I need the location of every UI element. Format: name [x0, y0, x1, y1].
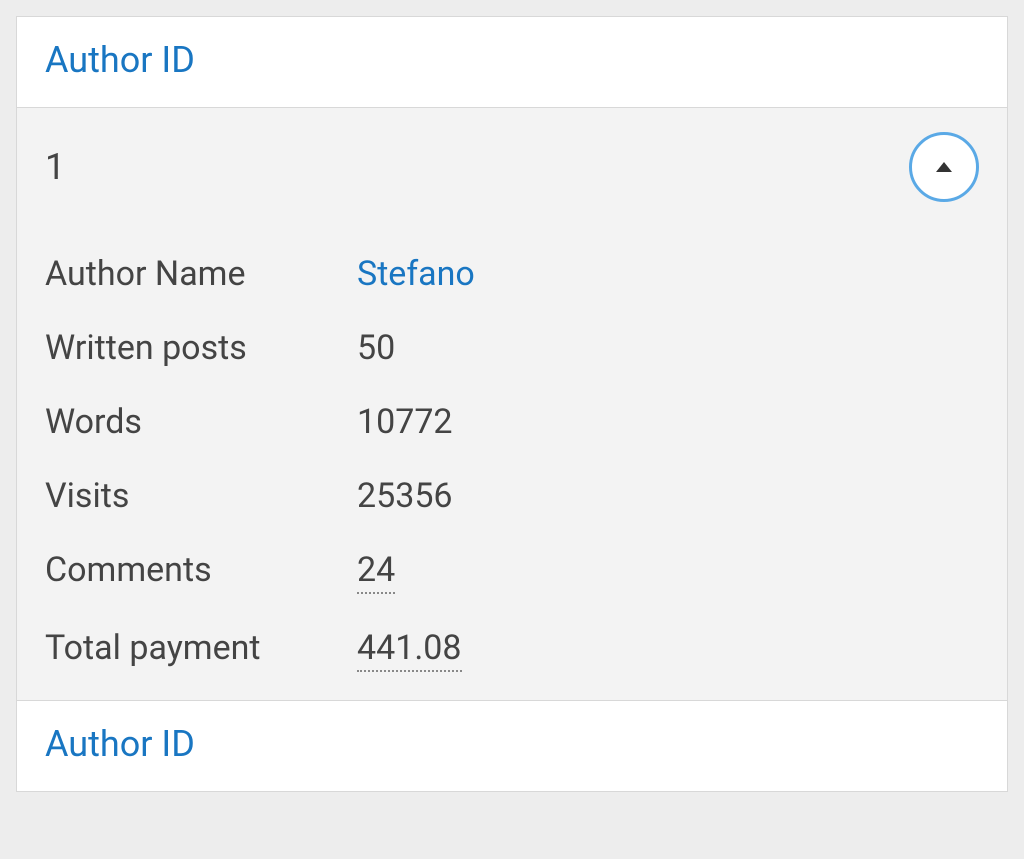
comments-label: Comments [45, 550, 357, 590]
detail-rows: Author Name Stefano Written posts 50 Wor… [45, 254, 979, 672]
visits-label: Visits [45, 476, 357, 516]
detail-row-name: Author Name Stefano [45, 254, 979, 294]
author-name-label: Author Name [45, 254, 357, 294]
written-posts-value: 50 [357, 328, 395, 368]
header-title: Author ID [45, 39, 979, 81]
card-body: 1 Author Name Stefano Written posts 50 W… [17, 107, 1007, 701]
detail-row-words: Words 10772 [45, 402, 979, 442]
payment-value[interactable]: 441.08 [357, 628, 462, 672]
words-label: Words [45, 402, 357, 442]
written-posts-label: Written posts [45, 328, 357, 368]
author-card: Author ID 1 Author Name Stefano Written … [16, 16, 1008, 792]
triangle-up-icon [932, 155, 956, 179]
detail-row-posts: Written posts 50 [45, 328, 979, 368]
comments-value[interactable]: 24 [357, 550, 395, 594]
visits-value: 25356 [357, 476, 453, 516]
card-footer: Author ID [17, 701, 1007, 791]
detail-row-visits: Visits 25356 [45, 476, 979, 516]
author-id-row: 1 [45, 132, 979, 202]
detail-row-comments: Comments 24 [45, 550, 979, 594]
payment-label: Total payment [45, 628, 357, 668]
footer-title: Author ID [45, 723, 979, 765]
collapse-button[interactable] [909, 132, 979, 202]
author-id-value: 1 [45, 146, 65, 188]
card-header: Author ID [17, 17, 1007, 107]
detail-row-payment: Total payment 441.08 [45, 628, 979, 672]
author-name-link[interactable]: Stefano [357, 254, 475, 294]
words-value: 10772 [357, 402, 453, 442]
